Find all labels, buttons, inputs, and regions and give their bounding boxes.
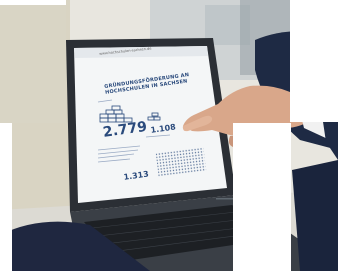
crop-top-right xyxy=(290,0,338,122)
crop-left-edge xyxy=(0,123,12,271)
left-top-panel xyxy=(0,0,66,123)
crop-top-left xyxy=(0,0,66,5)
lower-right-sleeve xyxy=(292,160,338,271)
photo-scene: www.hochschulen-sachsen.de GRÜNDUNGSFÖRD… xyxy=(0,0,338,271)
crop-center-right xyxy=(233,123,291,271)
